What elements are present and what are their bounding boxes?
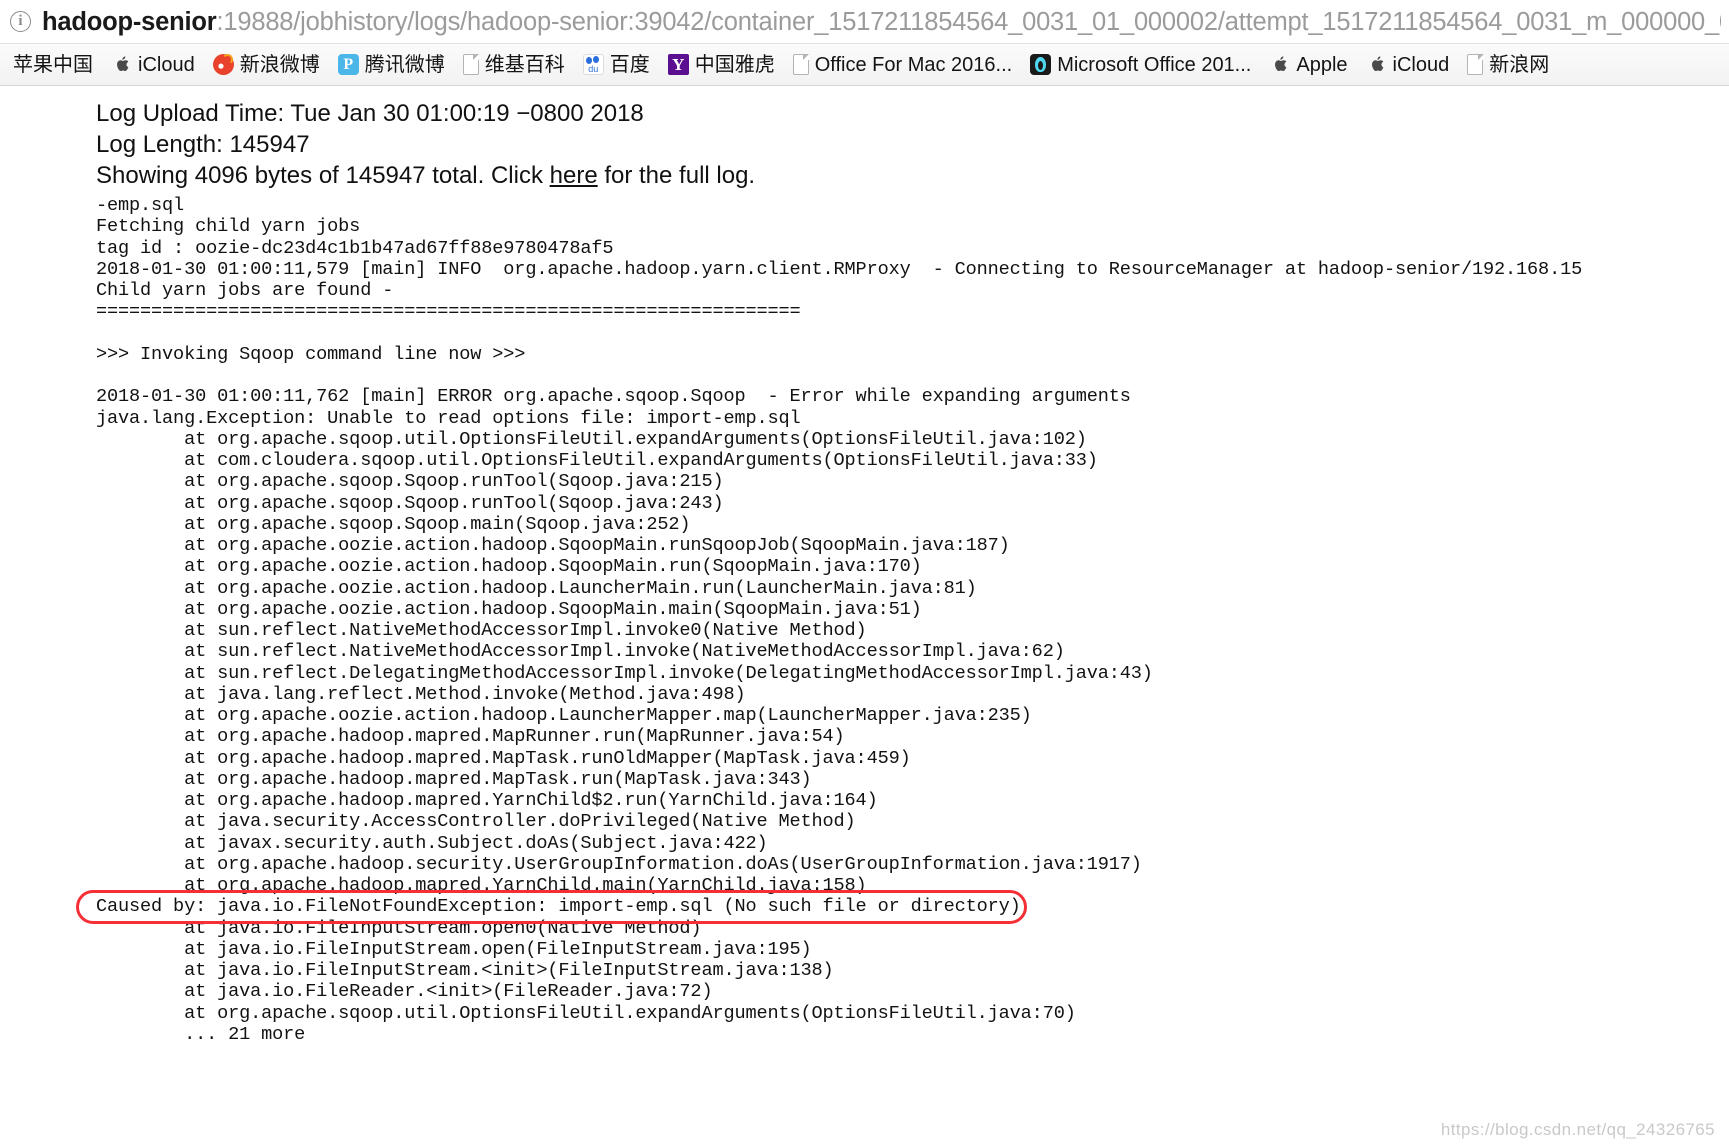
log-line: at javax.security.auth.Subject.doAs(Subj… [96, 832, 768, 854]
bookmark-item[interactable]: iCloud [1357, 51, 1459, 79]
bookmark-label: Apple [1296, 53, 1348, 76]
bookmark-item[interactable]: 百度 [574, 51, 659, 79]
url-path: :19888/jobhistory/logs/hadoop-senior:390… [216, 7, 1721, 36]
page-icon [462, 53, 480, 75]
info-circle-icon[interactable]: i [10, 11, 31, 32]
log-line: at org.apache.hadoop.mapred.YarnChild.ma… [96, 875, 867, 896]
browser-chrome: i hadoop-senior:19888/jobhistory/logs/ha… [0, 0, 1729, 86]
log-line: at org.apache.hadoop.mapred.MapTask.runO… [96, 747, 911, 769]
log-line: at org.apache.sqoop.Sqoop.runTool(Sqoop.… [96, 492, 724, 514]
log-line: >>> Invoking Sqoop command line now >>> [96, 343, 526, 365]
bookmark-label: 新浪网 [1489, 53, 1550, 76]
log-line: Fetching child yarn jobs [96, 216, 361, 238]
log-line: at org.apache.oozie.action.hadoop.Launch… [96, 705, 1032, 726]
yahoo-icon: Y [667, 54, 689, 75]
log-line: at org.apache.hadoop.mapred.MapTask.run(… [96, 768, 812, 790]
log-line: at sun.reflect.NativeMethodAccessorImpl.… [96, 641, 1065, 663]
page-icon [1467, 53, 1484, 75]
bookmark-label: 新浪微博 [239, 53, 320, 76]
log-line: tag id : oozie-dc23d4c1b1b47ad67ff88e978… [96, 237, 614, 259]
bookmark-label: 腾讯微博 [364, 53, 445, 76]
log-showing-line: Showing 4096 bytes of 145947 total. Clic… [0, 160, 1729, 191]
bookmark-item[interactable]: 新浪网 [1458, 51, 1558, 79]
url-host: hadoop-senior [42, 7, 217, 36]
log-upload-time: Log Upload Time: Tue Jan 30 01:00:19 −08… [96, 100, 644, 127]
log-line: at org.apache.sqoop.util.OptionsFileUtil… [96, 428, 1087, 450]
bookmark-item[interactable]: Y 中国雅虎 [659, 51, 784, 79]
log-line: at java.security.AccessController.doPriv… [96, 811, 856, 833]
log-line: at sun.reflect.NativeMethodAccessorImpl.… [96, 620, 867, 641]
apple-icon [111, 54, 132, 75]
bookmark-label: iCloud [138, 53, 195, 76]
log-line: at java.io.FileInputStream.open(FileInpu… [96, 938, 812, 960]
bookmarks-bar[interactable]: 苹果中国 iCloud 新浪微博 P腾讯微博 维基百科 百度 Y中国雅虎 Office For… [0, 44, 1729, 86]
log-line: at org.apache.hadoop.security.UserGroupI… [96, 853, 1142, 875]
baidu-icon [582, 54, 604, 75]
address-bar-content[interactable]: i hadoop-senior:19888/jobhistory/logs/ha… [10, 7, 1721, 37]
bookmark-item[interactable]: Office For Mac 2016... [784, 51, 1022, 79]
log-line: ========================================… [96, 301, 801, 323]
bookmark-label: 百度 [609, 53, 650, 76]
log-line: at java.io.FileReader.<init>(FileReader.… [96, 981, 713, 1003]
log-line: at org.apache.sqoop.Sqoop.runTool(Sqoop.… [96, 471, 724, 493]
log-length: Log Length: 145947 [96, 131, 310, 158]
weibo-icon [212, 54, 234, 75]
log-line: at java.lang.reflect.Method.invoke(Metho… [96, 683, 746, 705]
log-line: ... 21 more [96, 1023, 306, 1045]
log-line: 2018-01-30 01:00:11,579 [main] INFO org.… [96, 258, 1583, 280]
bookmark-item[interactable]: Microsoft Office 201... [1021, 51, 1260, 79]
log-line: at sun.reflect.DelegatingMethodAccessorI… [96, 662, 1153, 684]
bookmark-label: Microsoft Office 201... [1057, 53, 1252, 76]
log-line: at org.apache.sqoop.Sqoop.main(Sqoop.jav… [96, 513, 691, 535]
log-line: at org.apache.oozie.action.hadoop.SqoopM… [96, 535, 1010, 556]
log-output: -emp.sql Fetching child yarn jobs tag id :… [0, 195, 1729, 1045]
log-line: at org.apache.sqoop.util.OptionsFileUtil… [96, 1002, 1076, 1024]
log-line: at com.cloudera.sqoop.util.OptionsFileUt… [96, 450, 1098, 471]
bookmark-label: Office For Mac 2016... [814, 53, 1013, 76]
url-text: hadoop-senior:19888/jobhistory/logs/hado… [42, 7, 1721, 37]
log-line: at java.io.FileInputStream.<init>(FileIn… [96, 960, 834, 981]
watermark: https://blog.csdn.net/qq_24326765 [1440, 1120, 1715, 1139]
log-line: at org.apache.hadoop.mapred.MapRunner.ru… [96, 726, 845, 748]
log-line: at org.apache.oozie.action.hadoop.SqoopM… [96, 598, 922, 620]
log-line: java.lang.Exception: Unable to read opti… [96, 407, 801, 429]
log-line: -emp.sql [96, 195, 185, 216]
bookmark-item[interactable]: iCloud [102, 51, 204, 79]
apple-icon [1366, 54, 1387, 75]
log-line: at org.apache.oozie.action.hadoop.SqoopM… [96, 556, 922, 578]
bookmark-item[interactable]: P 腾讯微博 [329, 51, 454, 79]
log-line: at org.apache.hadoop.mapred.YarnChild$2.… [96, 790, 878, 811]
page-content: Log Upload Time: Tue Jan 30 01:00:19 −08… [0, 86, 1729, 1147]
full-log-link[interactable]: here [550, 162, 598, 189]
address-bar[interactable]: i hadoop-senior:19888/jobhistory/logs/ha… [0, 0, 1729, 44]
bookmark-label: 维基百科 [484, 53, 565, 76]
log-line: 2018-01-30 01:00:11,762 [main] ERROR org… [96, 386, 1131, 408]
qq-icon: P [337, 54, 359, 75]
bookmark-label: 中国雅虎 [694, 53, 775, 76]
log-showing-suffix: for the full log. [597, 162, 756, 189]
bookmark-item[interactable]: Apple [1260, 51, 1356, 79]
bookmark-label: 苹果中国 [13, 53, 93, 76]
page-icon [792, 53, 810, 75]
log-line: at java.io.FileInputStream.open0(Native … [96, 917, 702, 939]
bookmark-item[interactable]: 新浪微博 [204, 51, 329, 79]
bookmark-item[interactable]: 维基百科 [454, 51, 574, 79]
log-line: Caused by: java.io.FileNotFoundException… [96, 896, 1021, 918]
log-line: at org.apache.oozie.action.hadoop.Launch… [96, 577, 977, 599]
bookmark-label: iCloud [1392, 53, 1450, 76]
bookmark-item[interactable]: 苹果中国 [4, 51, 102, 79]
msoffice-icon [1030, 54, 1052, 75]
apple-icon [1269, 54, 1290, 75]
log-showing-prefix: Showing 4096 bytes of 145947 total. Clic… [96, 162, 550, 189]
log-line: Child yarn jobs are found - [96, 280, 394, 301]
